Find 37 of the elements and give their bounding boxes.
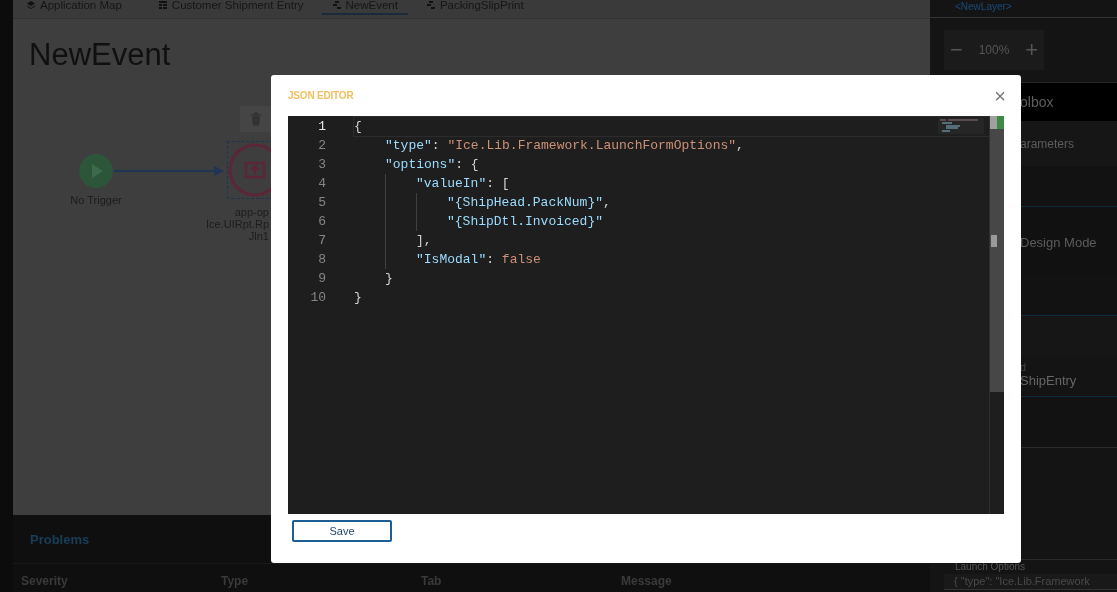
- zoom-value: 100%: [978, 43, 1010, 57]
- table-icon: [157, 0, 168, 10]
- play-node-icon[interactable]: [79, 154, 113, 188]
- code-editor[interactable]: 1 { 2 "type": "Ice.Lib.Framework.LaunchFormOptions", 3 "options": { 4 "valueIn": [ 5 "{ShipHead.PackNum}", 6 "{ShipDtl.Invoiced}" 7 ], 8 "IsModal": false 9 } 10 }: [288, 116, 1004, 514]
- code-line: "{ShipHead.PackNum}",: [447, 195, 611, 210]
- line-number: 9: [317, 271, 326, 286]
- code-line: }: [354, 290, 362, 305]
- flow-icon: [331, 0, 342, 10]
- minimap-drawing: [938, 118, 984, 134]
- line-number: 3: [317, 157, 326, 172]
- layers-icon: [26, 0, 36, 10]
- code-line: "valueIn": [: [416, 176, 510, 191]
- line-number: 4: [317, 176, 326, 191]
- layer-link[interactable]: <NewLayer>: [930, 0, 1117, 18]
- line-number: 2: [317, 138, 326, 153]
- code-line: "type": "Ice.Lib.Framework.LaunchFormOptions",: [385, 138, 744, 153]
- line-number: 5: [317, 195, 326, 210]
- line-number: 10: [309, 290, 326, 305]
- close-button[interactable]: ×: [992, 85, 1008, 106]
- code-line: "{ShipDtl.Invoiced}": [447, 214, 604, 229]
- problems-tab[interactable]: Problems: [13, 515, 90, 547]
- zoom-in-button[interactable]: +: [1025, 37, 1038, 63]
- field-value: ShipEntry: [1020, 373, 1077, 388]
- code-line: {: [354, 119, 362, 134]
- flow-icon: [425, 0, 436, 10]
- line-number: 1: [317, 119, 326, 134]
- line-number: 7: [317, 233, 326, 248]
- save-button[interactable]: Save: [292, 520, 392, 542]
- line-number: 6: [317, 214, 326, 229]
- code-line: }: [385, 271, 393, 286]
- code-line: ],: [416, 233, 432, 248]
- field-label: Launch Options: [954, 561, 1026, 573]
- code-line: "options": {: [385, 157, 479, 172]
- code-line: "IsModal": false: [416, 252, 541, 267]
- line-number: 8: [317, 252, 326, 267]
- dialog-title: JSON EDITOR: [288, 90, 354, 101]
- zoom-out-button[interactable]: −: [950, 37, 963, 63]
